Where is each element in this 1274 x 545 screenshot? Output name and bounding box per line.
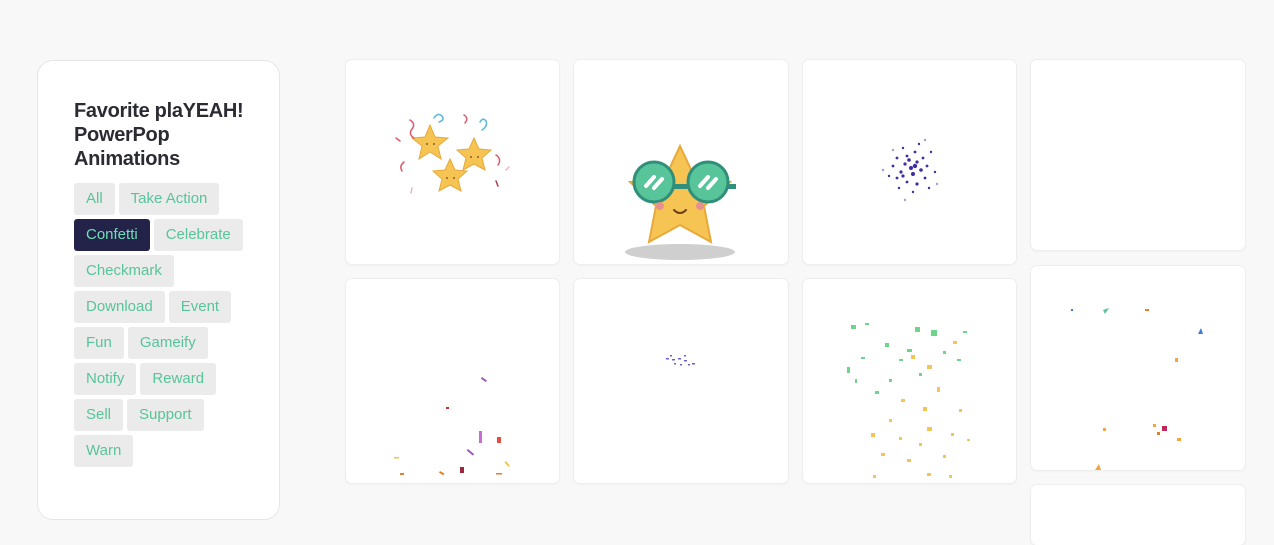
animation-card-stars-confetti[interactable]: [346, 60, 559, 264]
filter-notify[interactable]: Notify: [74, 363, 137, 395]
confetti-icon: [847, 323, 970, 478]
particle-burst-icon: [881, 138, 939, 202]
confetti-icon: [1071, 308, 1203, 470]
animation-card-row3[interactable]: [1031, 485, 1245, 545]
animation-card-green-yellow-confetti[interactable]: [803, 279, 1016, 483]
animation-card-purple-burst[interactable]: [803, 60, 1016, 264]
animation-card-sparse-confetti[interactable]: [1031, 266, 1245, 470]
panel-title-line-2: PowerPop: [74, 124, 170, 146]
filter-take-action[interactable]: Take Action: [118, 183, 220, 215]
filter-list: All Take Action Confetti Celebrate Check…: [74, 183, 254, 471]
filter-confetti[interactable]: Confetti: [74, 219, 150, 251]
panel-title-line-1: Favorite plaYEAH!: [74, 100, 244, 122]
empty-animation-icon: [1031, 60, 1245, 250]
filter-event[interactable]: Event: [168, 291, 232, 323]
filter-fun[interactable]: Fun: [74, 327, 124, 359]
filter-sell[interactable]: Sell: [74, 399, 124, 431]
filter-celebrate[interactable]: Celebrate: [153, 219, 243, 251]
confetti-icon: [394, 377, 510, 476]
animation-card-falling-confetti[interactable]: [346, 279, 559, 483]
filter-panel: Favorite plaYEAH! PowerPop Animations Al…: [37, 60, 280, 520]
animation-card-blank-1[interactable]: [1031, 60, 1245, 250]
filter-warn[interactable]: Warn: [74, 435, 134, 467]
three-stars-icon: [395, 113, 510, 194]
filter-gameify[interactable]: Gameify: [127, 327, 208, 359]
filter-support[interactable]: Support: [127, 399, 204, 431]
particle-burst-icon: [666, 355, 695, 366]
filter-reward[interactable]: Reward: [140, 363, 217, 395]
panel-title: Favorite plaYEAH! PowerPop Animations: [74, 99, 249, 171]
star-sunglasses-icon: [625, 143, 736, 260]
filter-all[interactable]: All: [74, 183, 115, 215]
animation-card-star-sunglasses[interactable]: [574, 60, 788, 264]
animation-card-small-burst[interactable]: [574, 279, 788, 483]
panel-title-line-3: Animations: [74, 148, 180, 170]
filter-checkmark[interactable]: Checkmark: [74, 255, 174, 287]
filter-download[interactable]: Download: [74, 291, 165, 323]
